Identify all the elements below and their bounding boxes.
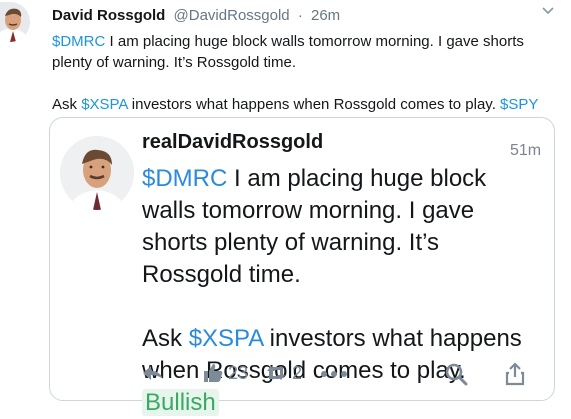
tweet-header: David Rossgold @DavidRossgold · 26m: [52, 7, 340, 24]
share-icon: [505, 362, 525, 386]
chevron-down-icon[interactable]: [541, 4, 555, 18]
author-name[interactable]: David Rossgold: [52, 7, 165, 24]
cashtag-link[interactable]: $XSPA: [189, 325, 263, 352]
reshare-button[interactable]: 2: [264, 362, 302, 384]
reply-icon: [143, 366, 163, 380]
tweet-text-segment: investors what happens when Rossgold com…: [127, 96, 501, 113]
cashtag-link[interactable]: $SPY: [500, 96, 538, 113]
like-count: 23: [228, 362, 249, 383]
thumbs-up-icon: [204, 364, 223, 382]
cashtag-link[interactable]: $XSPA: [81, 96, 127, 113]
like-button[interactable]: 23: [202, 362, 248, 384]
more-icon: [321, 371, 347, 377]
tweet-time[interactable]: 26m: [311, 7, 340, 24]
post-avatar[interactable]: [60, 136, 134, 210]
search-icon: [445, 363, 468, 386]
more-button[interactable]: [319, 362, 349, 384]
author-handle[interactable]: @DavidRossgold: [174, 7, 290, 24]
reshare-icon: [267, 366, 285, 380]
tweet-text-segment: I am placing huge block walls tomorrow m…: [52, 33, 524, 71]
search-button[interactable]: [444, 362, 468, 386]
reshare-count: 2: [292, 362, 303, 383]
author-avatar[interactable]: [0, 2, 30, 42]
tweet-text: $DMRC I am placing huge block walls tomo…: [52, 31, 552, 115]
sentiment-badge: Bullish: [142, 389, 219, 416]
reply-button[interactable]: [141, 362, 165, 384]
post-actions: 23 2: [0, 362, 571, 392]
post-time: 51m: [510, 142, 542, 159]
cashtag-link[interactable]: $DMRC: [142, 165, 227, 192]
post-text-segment: Ask: [142, 325, 189, 352]
post-username[interactable]: realDavidRossgold: [142, 131, 323, 154]
tweet-text-segment: Ask: [52, 96, 82, 113]
share-button[interactable]: [505, 362, 525, 386]
meta-separator: ·: [297, 7, 303, 24]
cashtag-link[interactable]: $DMRC: [52, 33, 105, 50]
